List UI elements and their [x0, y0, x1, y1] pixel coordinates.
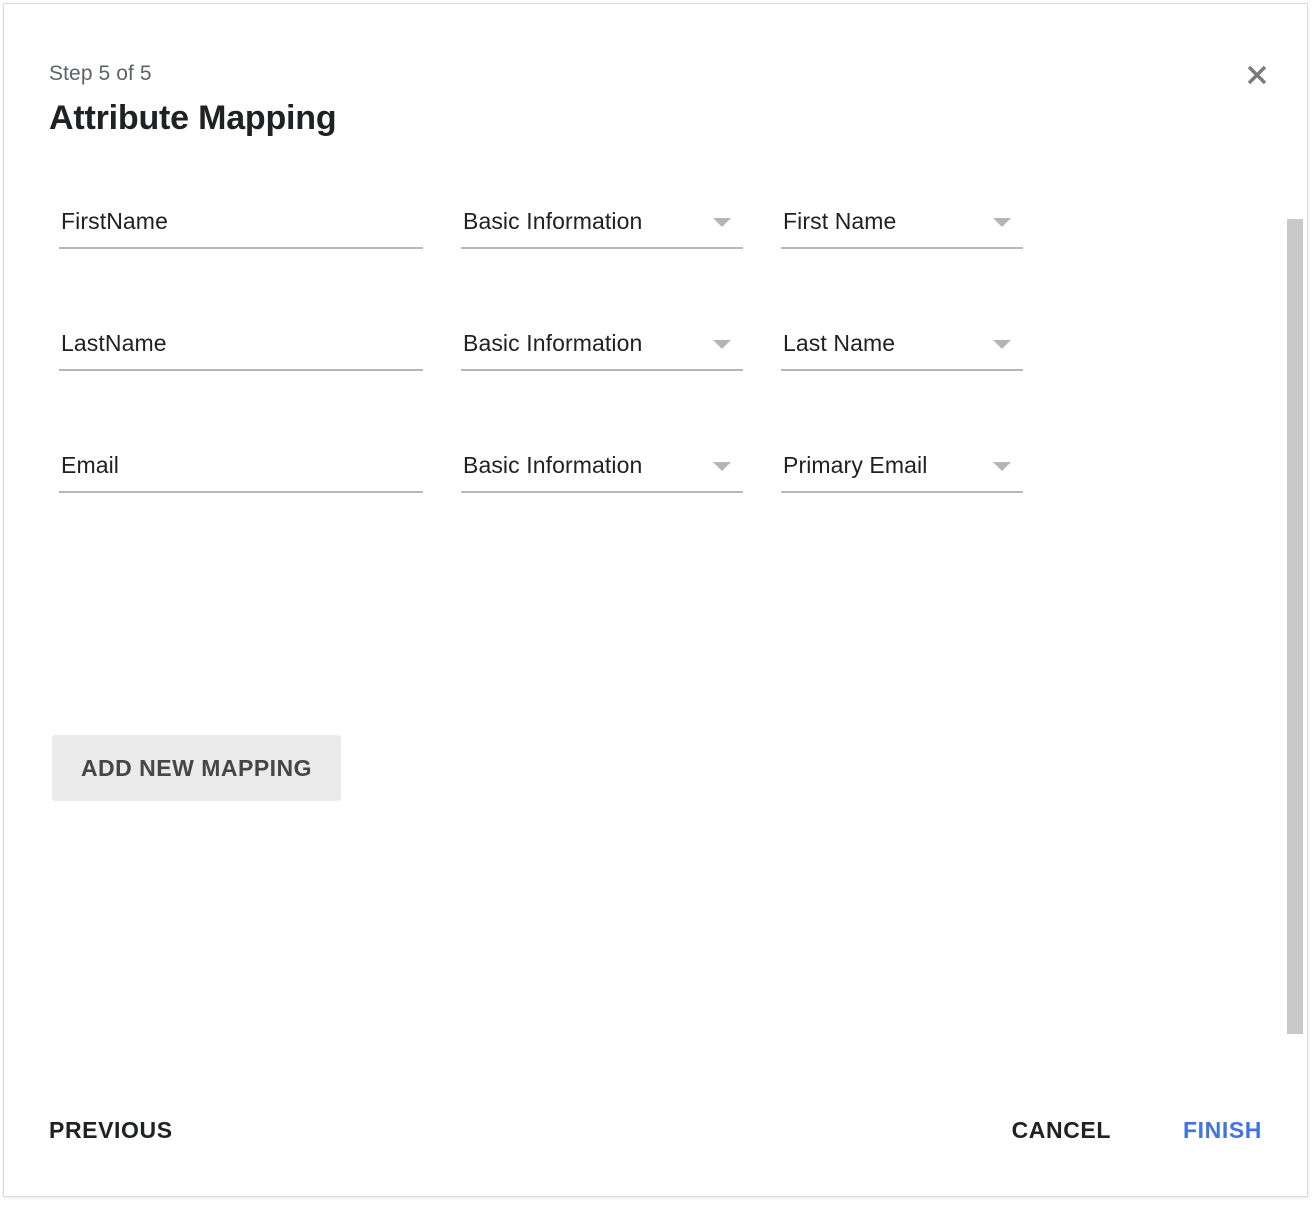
source-attribute-value: LastName — [61, 330, 167, 357]
mapping-row-list: FirstName Basic Information First Name L… — [4, 189, 1307, 555]
source-attribute-input-0[interactable]: FirstName — [59, 189, 423, 249]
dialog-footer: PREVIOUS CANCEL FINISH — [4, 1092, 1307, 1196]
attribute-value: First Name — [783, 208, 896, 235]
attribute-value: Primary Email — [783, 452, 927, 479]
source-attribute-value: Email — [61, 452, 119, 479]
category-value: Basic Information — [463, 452, 642, 479]
scrollbar-thumb[interactable] — [1287, 219, 1303, 1034]
source-attribute-value: FirstName — [61, 208, 168, 235]
category-value: Basic Information — [463, 330, 642, 357]
finish-button[interactable]: FINISH — [1183, 1117, 1262, 1144]
page-title: Attribute Mapping — [49, 99, 336, 138]
cancel-button[interactable]: CANCEL — [1012, 1117, 1111, 1144]
add-new-mapping-button[interactable]: ADD NEW MAPPING — [52, 735, 341, 801]
attribute-select-1[interactable]: Last Name — [781, 311, 1023, 371]
chevron-down-icon[interactable] — [713, 462, 731, 471]
source-attribute-input-1[interactable]: LastName — [59, 311, 423, 371]
chevron-down-icon[interactable] — [713, 340, 731, 349]
chevron-down-icon[interactable] — [993, 340, 1011, 349]
attribute-mapping-dialog: Step 5 of 5 Attribute Mapping FirstName … — [3, 3, 1308, 1197]
chevron-down-icon[interactable] — [993, 218, 1011, 227]
attribute-select-0[interactable]: First Name — [781, 189, 1023, 249]
category-value: Basic Information — [463, 208, 642, 235]
table-row: LastName Basic Information Last Name — [4, 311, 1307, 433]
chevron-down-icon[interactable] — [993, 462, 1011, 471]
scrollbar[interactable] — [1285, 189, 1305, 1094]
table-row: Email Basic Information Primary Email — [4, 433, 1307, 555]
step-indicator: Step 5 of 5 — [49, 62, 152, 86]
dialog-header: Step 5 of 5 Attribute Mapping — [4, 4, 1307, 189]
attribute-select-2[interactable]: Primary Email — [781, 433, 1023, 493]
category-select-2[interactable]: Basic Information — [461, 433, 743, 493]
table-row: FirstName Basic Information First Name — [4, 189, 1307, 311]
source-attribute-input-2[interactable]: Email — [59, 433, 423, 493]
dialog-body: FirstName Basic Information First Name L… — [4, 189, 1307, 1094]
previous-button[interactable]: PREVIOUS — [49, 1117, 173, 1144]
attribute-value: Last Name — [783, 330, 895, 357]
close-button[interactable] — [1236, 54, 1278, 96]
category-select-0[interactable]: Basic Information — [461, 189, 743, 249]
close-icon — [1244, 62, 1270, 88]
category-select-1[interactable]: Basic Information — [461, 311, 743, 371]
chevron-down-icon[interactable] — [713, 218, 731, 227]
